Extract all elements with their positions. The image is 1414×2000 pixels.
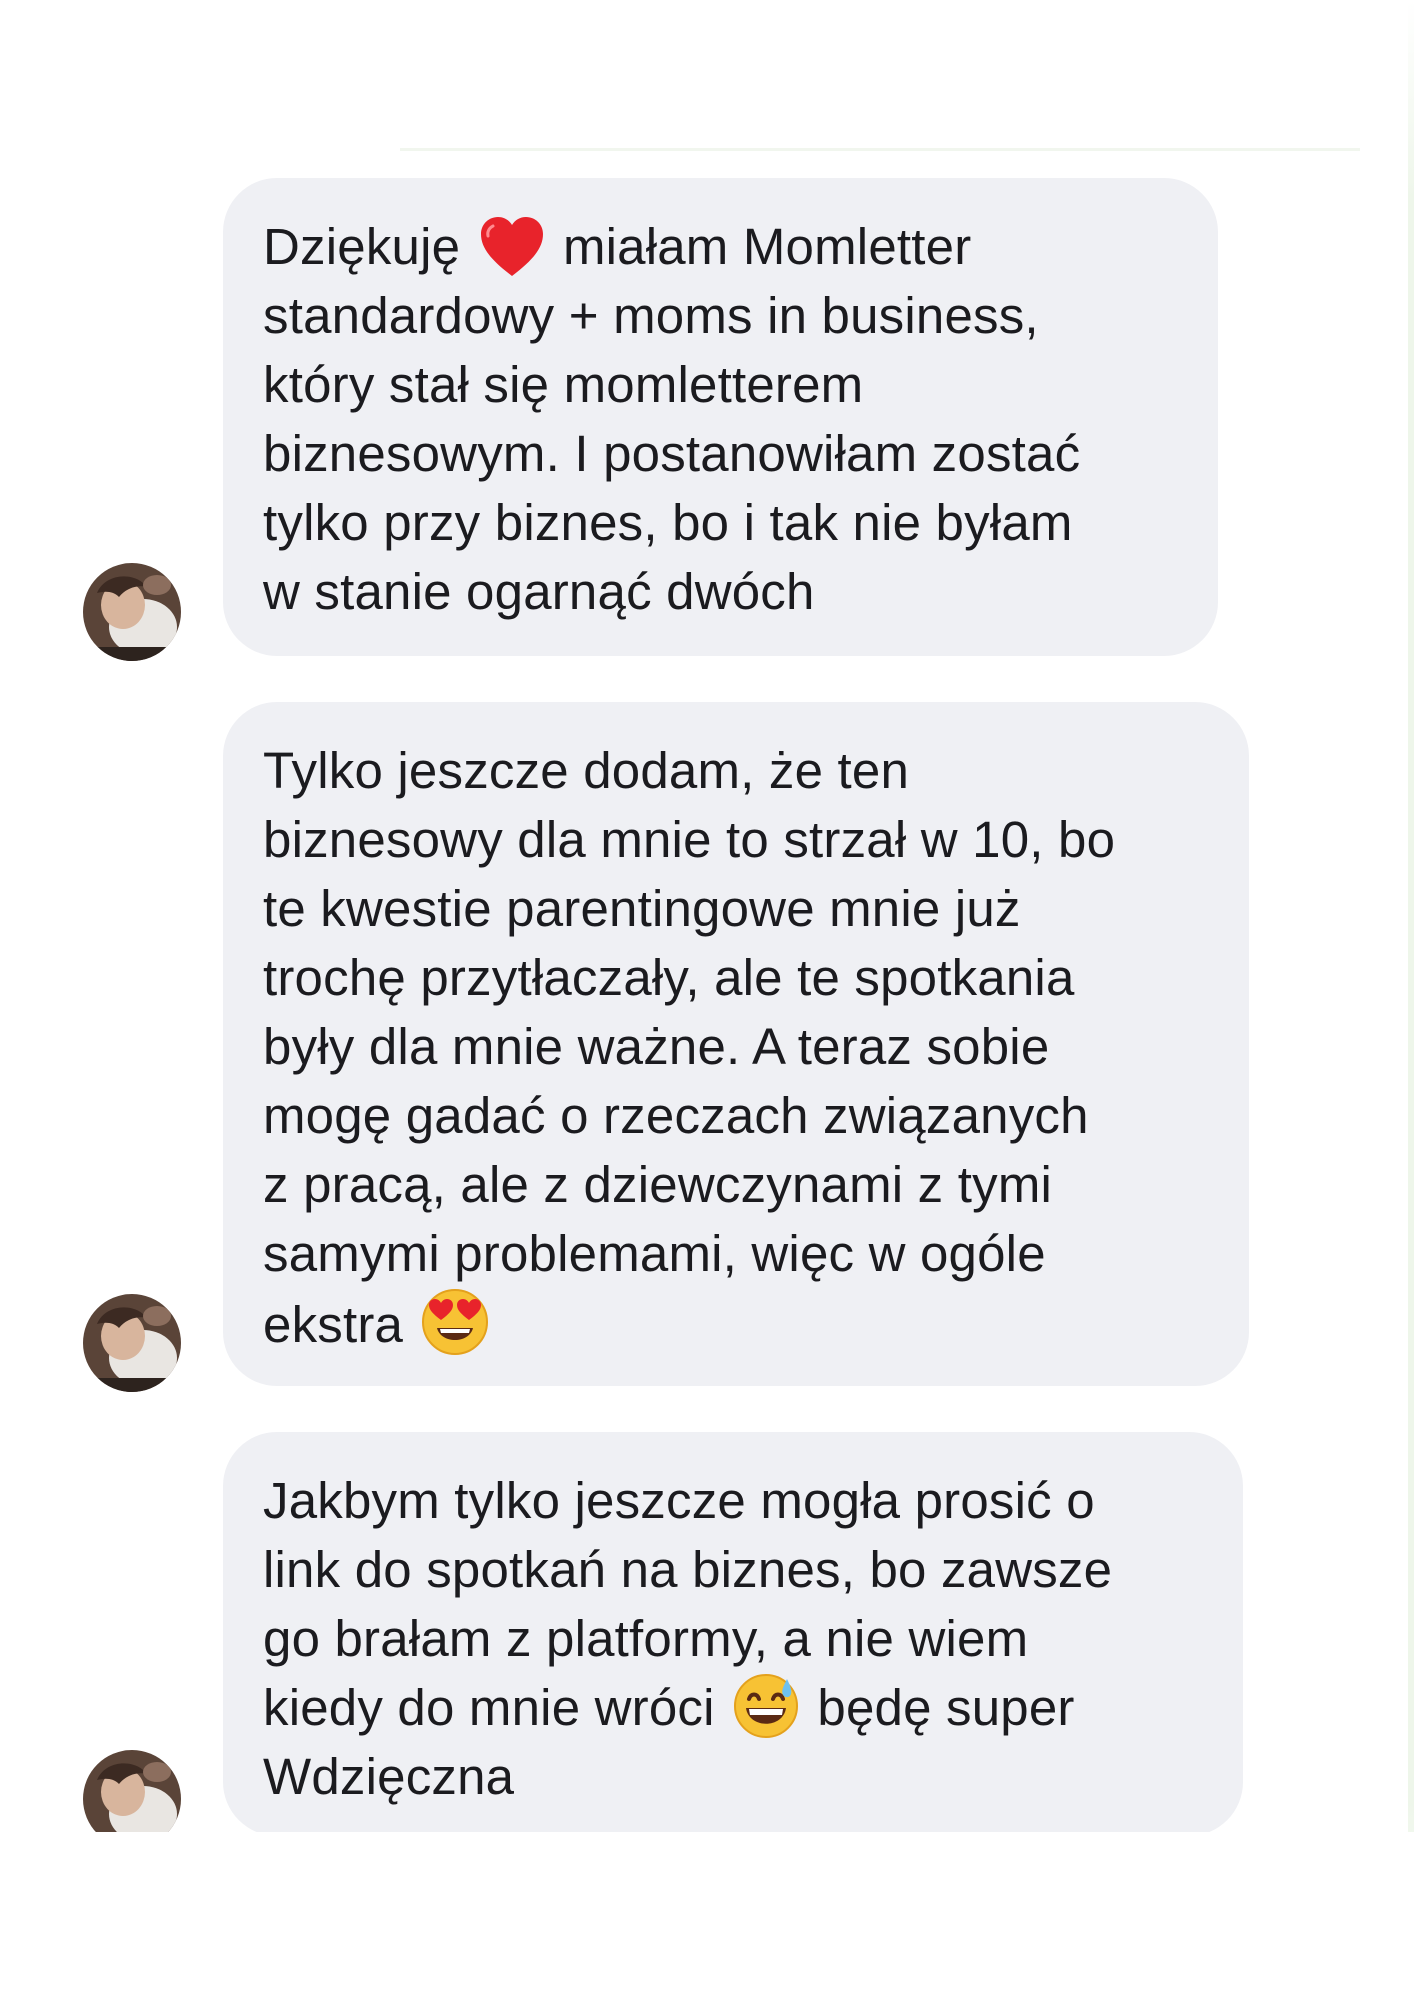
message-line: kiedy do mnie wróci będę super xyxy=(263,1673,1203,1742)
message-line: go brałam z platformy, a nie wiem xyxy=(263,1610,1029,1667)
message-line: biznesowy dla mnie to strzał w 10, bo xyxy=(263,811,1116,868)
message-line: mogę gadać o rzeczach związanych xyxy=(263,1087,1089,1144)
chat-screen: Dziękuję miałam Momletter standardowy + … xyxy=(0,0,1414,2000)
message-text: będę super xyxy=(817,1679,1075,1736)
message-line: tylko przy biznes, bo i tak nie byłam xyxy=(263,494,1073,551)
bottom-whitespace xyxy=(0,1832,1414,2000)
scroll-edge xyxy=(1408,0,1414,2000)
message-line: ekstra xyxy=(263,1288,1209,1359)
message-line: link do spotkań na biznes, bo zawsze xyxy=(263,1541,1113,1598)
message-line: te kwestie parentingowe mnie już xyxy=(263,880,1021,937)
message-line: w stanie ogarnąć dwóch xyxy=(263,563,815,620)
message-line: który stał się momletterem xyxy=(263,356,864,413)
message-text: miałam Momletter xyxy=(562,218,972,275)
message-line: biznesowym. I postanowiłam zostać xyxy=(263,425,1081,482)
message-bubble[interactable]: Tylko jeszcze dodam, że ten biznesowy dl… xyxy=(223,702,1249,1386)
heart-eyes-face-icon xyxy=(421,1288,489,1356)
message-line: były dla mnie ważne. A teraz sobie xyxy=(263,1018,1050,1075)
sender-avatar[interactable] xyxy=(83,1294,181,1392)
grinning-sweat-face-icon xyxy=(733,1673,799,1739)
message-text: Dziękuję xyxy=(263,218,461,275)
message-line: standardowy + moms in business, xyxy=(263,287,1039,344)
message-line: trochę przytłaczały, ale te spotkania xyxy=(263,949,1075,1006)
message-line: Tylko jeszcze dodam, że ten xyxy=(263,742,910,799)
message-text: kiedy do mnie wróci xyxy=(263,1679,715,1736)
message-line: samymi problemami, więc w ogóle xyxy=(263,1225,1046,1282)
red-heart-icon xyxy=(479,216,545,278)
sender-avatar[interactable] xyxy=(83,563,181,661)
message-text: ekstra xyxy=(263,1296,404,1353)
divider xyxy=(400,148,1360,151)
message-line: z pracą, ale z dziewczynami z tymi xyxy=(263,1156,1053,1213)
message-line: Dziękuję miałam Momletter xyxy=(263,212,1178,281)
message-line: Wdzięczna xyxy=(263,1748,515,1805)
message-bubble[interactable]: Dziękuję miałam Momletter standardowy + … xyxy=(223,178,1218,656)
message-line: Jakbym tylko jeszcze mogła prosić o xyxy=(263,1472,1095,1529)
message-bubble[interactable]: Jakbym tylko jeszcze mogła prosić o link… xyxy=(223,1432,1243,1836)
